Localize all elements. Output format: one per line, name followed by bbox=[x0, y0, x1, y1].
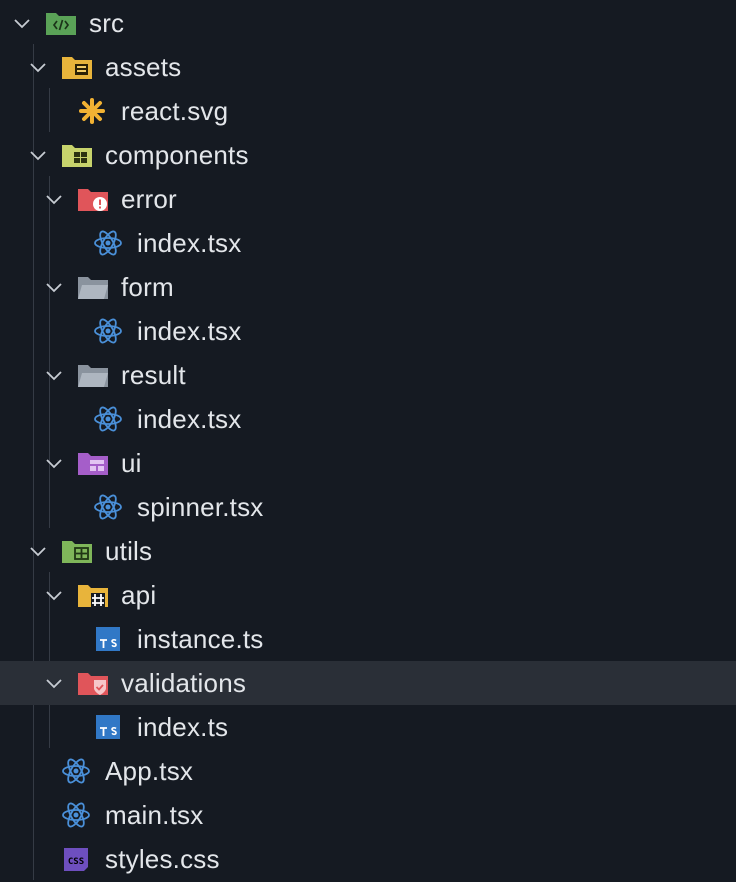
chevron-down-icon[interactable] bbox=[44, 189, 64, 209]
react-icon bbox=[94, 406, 122, 432]
css-icon: CSS bbox=[64, 848, 88, 871]
svg-text:CSS: CSS bbox=[68, 857, 84, 867]
tree-item-label: index.tsx bbox=[137, 404, 242, 434]
tree-item-utils[interactable]: utils bbox=[0, 529, 736, 573]
folder-icon bbox=[78, 365, 108, 387]
tree-item-label: instance.ts bbox=[137, 624, 264, 654]
tree-item-index-tsx[interactable]: index.tsx bbox=[0, 221, 736, 265]
tree-item-spinner-tsx[interactable]: spinner.tsx bbox=[0, 485, 736, 529]
chevron-down-icon[interactable] bbox=[44, 673, 64, 693]
tree-item-error[interactable]: error bbox=[0, 177, 736, 221]
chevron-down-icon[interactable] bbox=[28, 57, 48, 77]
tree-item-label: error bbox=[121, 184, 177, 214]
tree-item-label: ui bbox=[121, 448, 142, 478]
folder-error-icon bbox=[78, 189, 108, 211]
tree-item-label: assets bbox=[105, 52, 182, 82]
folder-src-icon bbox=[46, 13, 76, 35]
tree-item-form[interactable]: form bbox=[0, 265, 736, 309]
tree-item-assets[interactable]: assets bbox=[0, 45, 736, 89]
chevron-down-icon[interactable] bbox=[44, 453, 64, 473]
chevron-down-icon[interactable] bbox=[12, 13, 32, 33]
tree-item-label: styles.css bbox=[105, 844, 220, 874]
folder-assets-icon bbox=[62, 57, 92, 79]
tree-item-src[interactable]: src bbox=[0, 1, 736, 45]
chevron-down-icon[interactable] bbox=[28, 145, 48, 165]
tree-item-label: index.tsx bbox=[137, 228, 242, 258]
tree-item-label: index.ts bbox=[137, 712, 229, 742]
folder-utils-icon bbox=[62, 541, 92, 563]
tree-item-label: validations bbox=[121, 668, 247, 698]
folder-api-icon bbox=[78, 585, 108, 607]
tree-item-validations[interactable]: validations bbox=[0, 661, 736, 705]
tree-item-label: spinner.tsx bbox=[137, 492, 264, 522]
folder-validations-icon bbox=[78, 673, 108, 695]
chevron-down-icon[interactable] bbox=[28, 541, 48, 561]
tree-item-label: utils bbox=[105, 536, 153, 566]
typescript-icon bbox=[96, 627, 120, 651]
tree-item-main-tsx[interactable]: main.tsx bbox=[0, 793, 736, 837]
chevron-down-icon[interactable] bbox=[44, 365, 64, 385]
tree-item-api[interactable]: api bbox=[0, 573, 736, 617]
file-explorer-tree: src assets react.svg components error in… bbox=[0, 0, 736, 882]
folder-ui-icon bbox=[78, 453, 108, 475]
tree-item-label: main.tsx bbox=[105, 800, 204, 830]
folder-icon bbox=[78, 277, 108, 299]
react-icon bbox=[94, 494, 122, 520]
tree-item-index-tsx[interactable]: index.tsx bbox=[0, 397, 736, 441]
tree-item-label: api bbox=[121, 580, 157, 610]
tree-item-label: result bbox=[121, 360, 186, 390]
tree-item-label: src bbox=[89, 8, 125, 38]
react-icon bbox=[94, 230, 122, 256]
folder-components-icon bbox=[62, 145, 92, 167]
tree-item-components[interactable]: components bbox=[0, 133, 736, 177]
tree-item-styles-css[interactable]: CSS styles.css bbox=[0, 837, 736, 881]
react-icon bbox=[94, 318, 122, 344]
tree-item-instance-ts[interactable]: instance.ts bbox=[0, 617, 736, 661]
tree-item-label: App.tsx bbox=[105, 756, 194, 786]
react-icon bbox=[62, 758, 90, 784]
tree-item-index-ts[interactable]: index.ts bbox=[0, 705, 736, 749]
react-icon bbox=[62, 802, 90, 828]
svg-file-icon bbox=[79, 98, 105, 124]
tree-item-index-tsx[interactable]: index.tsx bbox=[0, 309, 736, 353]
tree-item-react-svg[interactable]: react.svg bbox=[0, 89, 736, 133]
chevron-down-icon[interactable] bbox=[44, 277, 64, 297]
tree-item-label: components bbox=[105, 140, 249, 170]
tree-item-label: index.tsx bbox=[137, 316, 242, 346]
chevron-down-icon[interactable] bbox=[44, 585, 64, 605]
typescript-icon bbox=[96, 715, 120, 739]
tree-item-app-tsx[interactable]: App.tsx bbox=[0, 749, 736, 793]
tree-item-label: form bbox=[121, 272, 174, 302]
tree-item-ui[interactable]: ui bbox=[0, 441, 736, 485]
tree-item-result[interactable]: result bbox=[0, 353, 736, 397]
tree-item-label: react.svg bbox=[121, 96, 229, 126]
